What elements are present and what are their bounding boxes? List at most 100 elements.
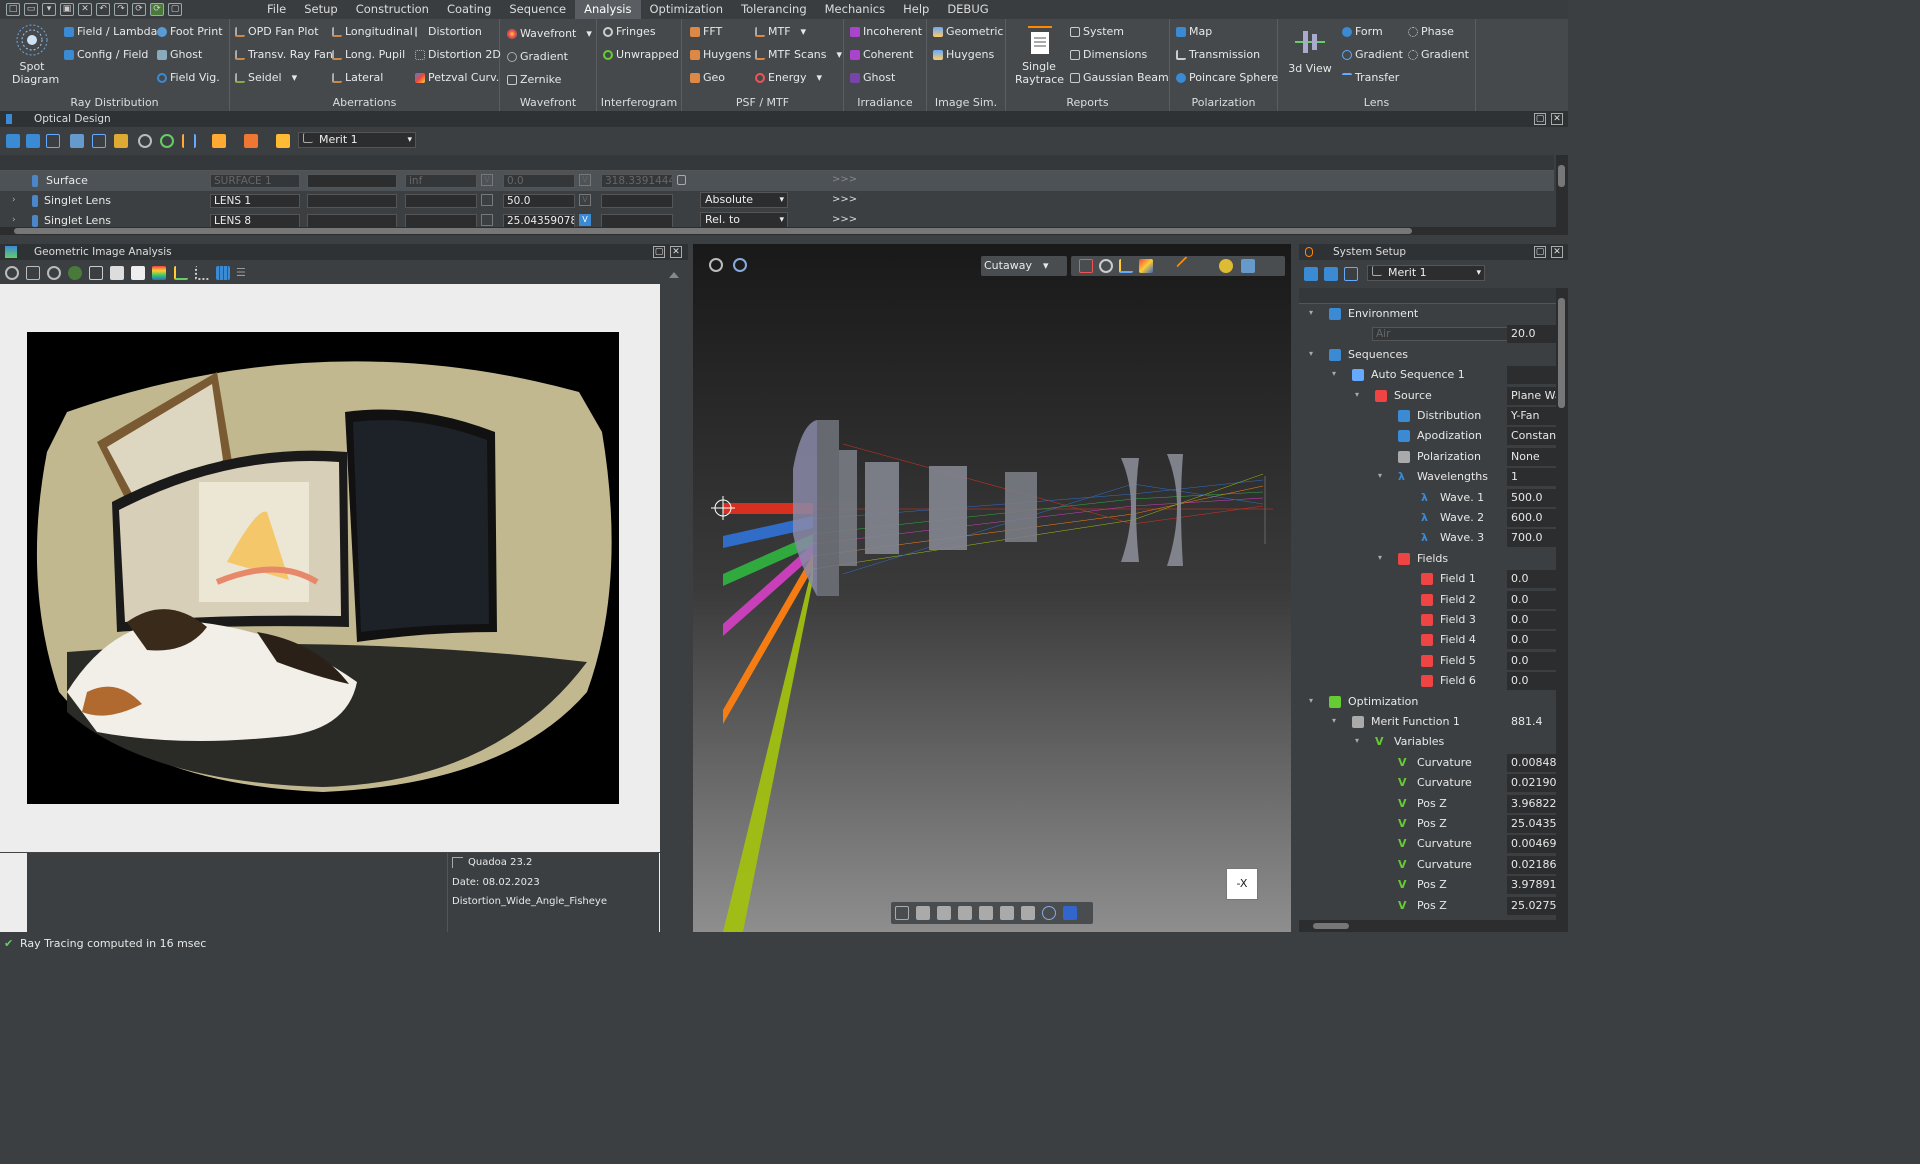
optical-table-row[interactable]: › Singlet Lens LENS 1 50.0 V Absolute >>… xyxy=(0,191,1554,211)
collapse-arrow-icon[interactable]: ▾ xyxy=(1332,716,1336,725)
setup-row-wave-3[interactable]: λ Wave. 3 700.0 xyxy=(1299,528,1556,548)
expand-more-button[interactable]: >>> xyxy=(832,214,857,225)
grid-icon[interactable] xyxy=(216,266,230,280)
phase-button[interactable]: Phase xyxy=(1408,25,1454,38)
setup-row-air[interactable]: Air 20.0 xyxy=(1299,324,1556,344)
grid-axes-icon[interactable] xyxy=(195,266,209,280)
collapse-arrow-icon[interactable]: ▾ xyxy=(1309,349,1313,358)
merit-select[interactable]: Merit 1 xyxy=(298,132,416,148)
new-file-icon[interactable]: □ xyxy=(6,3,20,16)
camera-icon[interactable] xyxy=(26,266,40,280)
spot-diagram-button[interactable]: Spot Diagram xyxy=(6,23,59,86)
setup-value-field[interactable]: 0.0 xyxy=(1507,570,1556,589)
list-icon[interactable] xyxy=(46,134,60,148)
diameter-field[interactable] xyxy=(601,214,673,227)
cube-icon[interactable] xyxy=(70,134,84,148)
lateral-button[interactable]: Lateral xyxy=(332,71,383,84)
auto-update-icon[interactable] xyxy=(68,266,82,280)
fft-button[interactable]: FFT xyxy=(690,25,722,38)
mtf-scans-button[interactable]: MTF Scans ▾ xyxy=(755,48,842,61)
move-up-icon[interactable] xyxy=(6,134,20,148)
horizontal-scrollbar[interactable] xyxy=(0,227,1568,235)
setup-value-field[interactable]: 0.0 xyxy=(1507,631,1556,650)
settings-gear-icon[interactable] xyxy=(5,266,19,280)
setup-row-curvature[interactable]: V Curvature 0.021863 xyxy=(1299,855,1556,875)
gia-scrollbar[interactable] xyxy=(666,262,682,932)
home-icon[interactable] xyxy=(89,266,103,280)
collapse-arrow-icon[interactable]: ▾ xyxy=(1309,308,1313,317)
single-raytrace-button[interactable]: Single Raytrace xyxy=(1010,23,1068,86)
petzval-curv-button[interactable]: Petzval Curv. xyxy=(415,71,499,84)
field-vig-button[interactable]: Field Vig. xyxy=(157,71,220,84)
setup-value-field[interactable]: Plane Wave xyxy=(1507,386,1556,405)
comment-field[interactable] xyxy=(307,174,397,188)
menu-construction[interactable]: Construction xyxy=(347,0,438,19)
energy-button[interactable]: Energy ▾ xyxy=(755,71,822,84)
incoherent-button[interactable]: Incoherent xyxy=(850,25,922,38)
gia-maximize-icon[interactable]: ▢ xyxy=(653,246,665,258)
setup-value-field[interactable]: 0.0 xyxy=(1507,672,1556,691)
expand-more-button[interactable]: >>> xyxy=(832,174,857,185)
setup-row-pos-z[interactable]: V Pos Z 3.978915 xyxy=(1299,875,1556,895)
vertical-scrollbar[interactable] xyxy=(1556,155,1568,227)
setup-row-wave-1[interactable]: λ Wave. 1 500.0 xyxy=(1299,488,1556,508)
lens-gradient-button[interactable]: Gradient xyxy=(1342,48,1403,61)
gia-close-icon[interactable]: ✕ xyxy=(670,246,682,258)
setup-row-polarization[interactable]: Polarization None xyxy=(1299,447,1556,467)
setup-row-source[interactable]: ▾ Source Plane Wave xyxy=(1299,386,1556,406)
setup-value-field[interactable] xyxy=(1507,366,1556,385)
transfer-button[interactable]: Transfer xyxy=(1342,71,1399,84)
menu-lines-icon[interactable]: ☰ xyxy=(236,266,250,280)
lens-form-button[interactable]: Form xyxy=(1342,25,1383,38)
setup-row-wavelengths[interactable]: ▾ λ Wavelengths 1 xyxy=(1299,467,1556,487)
fringes-button[interactable]: Fringes xyxy=(603,25,656,38)
collapse-arrow-icon[interactable]: ▾ xyxy=(1378,471,1382,480)
setup-horizontal-scrollbar[interactable] xyxy=(1299,920,1568,932)
menu-sequence[interactable]: Sequence xyxy=(500,0,575,19)
setup-merit-select[interactable]: Merit 1 xyxy=(1367,265,1485,281)
distortion-2d-button[interactable]: Distortion 2D xyxy=(415,48,501,61)
position-mode-select[interactable]: Rel. to Previous xyxy=(700,212,788,227)
setup-value-field[interactable]: 0.021863 xyxy=(1507,855,1556,874)
thickness-field[interactable]: 25.043590788 xyxy=(503,214,575,227)
setup-value-field[interactable]: 0.0 xyxy=(1507,590,1556,609)
tilt-icon[interactable] xyxy=(212,134,226,148)
solve-checkbox[interactable] xyxy=(481,194,493,206)
setup-row-field-6[interactable]: Field 6 0.0 xyxy=(1299,671,1556,691)
colormap-icon[interactable] xyxy=(152,266,166,280)
menu-debug[interactable]: DEBUG xyxy=(938,0,997,19)
variable-checkbox[interactable]: V xyxy=(579,194,591,206)
3d-view-button[interactable]: 3d View xyxy=(1284,25,1336,75)
view-front-icon[interactable] xyxy=(916,906,930,920)
setup-value-field[interactable]: 0.0 xyxy=(1507,651,1556,670)
collapse-arrow-icon[interactable]: ▾ xyxy=(1355,390,1359,399)
setup-up-icon[interactable] xyxy=(1304,267,1318,281)
setup-row-distribution[interactable]: Distribution Y-Fan xyxy=(1299,406,1556,426)
element-id-field[interactable]: LENS 8 xyxy=(210,214,300,227)
setup-down-icon[interactable] xyxy=(1324,267,1338,281)
view-bottom-icon[interactable] xyxy=(1021,906,1035,920)
seidel-button[interactable]: Seidel ▾ xyxy=(235,71,297,84)
medium-field[interactable]: Air xyxy=(1372,327,1522,342)
open-folder-icon[interactable]: ▭ xyxy=(24,3,38,16)
setup-value-field[interactable]: None xyxy=(1507,447,1556,466)
align-icon[interactable] xyxy=(182,134,196,148)
wavefront-button[interactable]: Wavefront ▾ xyxy=(507,27,592,40)
setup-value-field[interactable]: 0.008481 xyxy=(1507,753,1556,772)
setup-value-field[interactable]: 20.0 xyxy=(1507,325,1556,344)
setup-maximize-icon[interactable]: ▢ xyxy=(1534,246,1546,258)
view-top-icon[interactable] xyxy=(1000,906,1014,920)
3d-view[interactable]: Cutaway ▾ -X xyxy=(693,244,1291,932)
radius-field[interactable] xyxy=(405,194,477,208)
dimensions-button[interactable]: Dimensions xyxy=(1070,48,1147,61)
polarization-map-button[interactable]: Map xyxy=(1176,25,1212,38)
collapse-arrow-icon[interactable]: ▾ xyxy=(1309,696,1313,705)
collapse-arrow-icon[interactable]: ▾ xyxy=(1355,736,1359,745)
diameter-field[interactable] xyxy=(601,194,673,208)
setup-value-field[interactable]: 25.02754 xyxy=(1507,896,1556,915)
element-id-field[interactable]: LENS 1 xyxy=(210,194,300,208)
setup-list-icon[interactable] xyxy=(1344,267,1358,281)
ghost-ray-button[interactable]: Ghost xyxy=(157,48,202,61)
setup-value-field[interactable]: 25.04359 xyxy=(1507,815,1556,833)
zernike-button[interactable]: Zernike xyxy=(507,73,561,86)
